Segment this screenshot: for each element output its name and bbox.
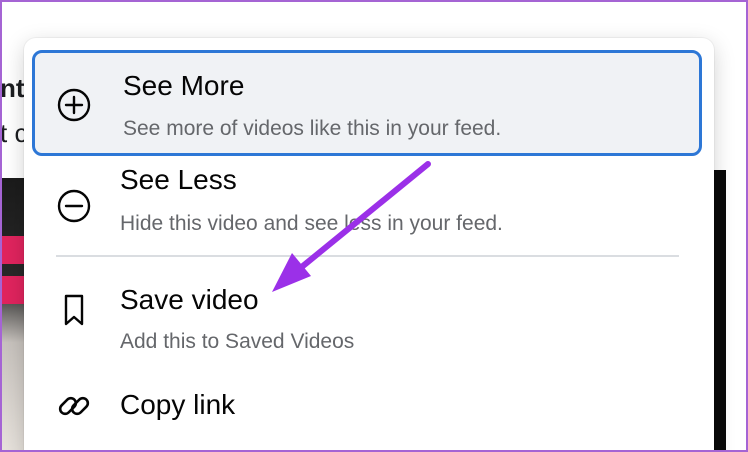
menu-item-subtitle: Add this to Saved Videos — [120, 330, 355, 353]
copy-link-menu-item[interactable]: Copy link — [32, 374, 702, 430]
menu-item-subtitle: Hide this video and see less in your fee… — [120, 212, 503, 235]
see-more-menu-item[interactable]: See More See more of videos like this in… — [32, 50, 702, 156]
menu-item-title: See More — [123, 70, 245, 101]
link-icon — [56, 388, 92, 424]
menu-divider — [56, 255, 679, 257]
menu-item-title: Save video — [120, 284, 259, 315]
menu-item-title: Copy link — [120, 389, 236, 420]
minus-circle-icon — [56, 188, 92, 224]
plus-circle-icon — [56, 87, 92, 123]
see-less-menu-item[interactable]: See Less Hide this video and see less in… — [32, 156, 702, 250]
save-video-menu-item[interactable]: Save video Add this to Saved Videos — [32, 272, 702, 366]
menu-item-title: See Less — [120, 164, 237, 195]
video-options-menu: See More See more of videos like this in… — [24, 38, 714, 452]
menu-item-subtitle: See more of videos like this in your fee… — [123, 117, 502, 140]
background-text: nt — [0, 73, 25, 103]
bookmark-icon — [56, 292, 92, 328]
